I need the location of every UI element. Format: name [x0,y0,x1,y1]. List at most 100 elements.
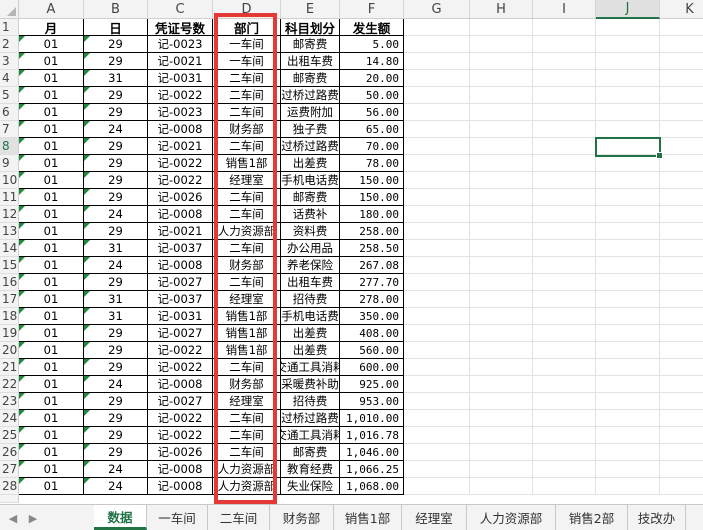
empty-cell[interactable] [596,444,660,461]
empty-cell[interactable] [533,172,596,189]
empty-cell[interactable] [533,36,596,53]
row-header[interactable]: 23 [0,393,19,410]
cell-dept[interactable]: 二车间 [213,359,281,376]
select-all-corner[interactable] [0,0,19,19]
empty-cell[interactable] [404,444,470,461]
cell-amount[interactable]: 50.00 [340,87,404,104]
empty-cell[interactable] [596,70,660,87]
empty-cell[interactable] [470,138,533,155]
empty-cell[interactable] [533,87,596,104]
cell-subject[interactable]: 出租车费 [281,53,340,70]
empty-cell[interactable] [470,121,533,138]
empty-cell[interactable] [596,206,660,223]
cell-day[interactable]: 24 [84,206,148,223]
empty-cell[interactable] [470,359,533,376]
empty-cell[interactable] [404,393,470,410]
empty-cell[interactable] [470,257,533,274]
cell-subject[interactable]: 出差费 [281,325,340,342]
empty-cell[interactable] [660,87,703,104]
cell-amount[interactable]: 560.00 [340,342,404,359]
empty-cell[interactable] [533,206,596,223]
cell-month[interactable]: 01 [19,189,84,206]
cell-day[interactable]: 29 [84,223,148,240]
empty-cell[interactable] [470,36,533,53]
cell-voucher[interactable]: 记-0031 [148,70,213,87]
row-header[interactable]: 4 [0,70,19,87]
cell-voucher[interactable]: 记-0027 [148,274,213,291]
empty-cell[interactable] [404,325,470,342]
empty-cell[interactable] [404,121,470,138]
row-header[interactable]: 9 [0,155,19,172]
empty-cell[interactable] [404,172,470,189]
column-header-c[interactable]: C [148,0,213,19]
cell-amount[interactable]: 65.00 [340,121,404,138]
cell-month[interactable]: 01 [19,70,84,87]
cell-month[interactable]: 01 [19,325,84,342]
row-header[interactable]: 28 [0,478,19,495]
empty-cell[interactable] [660,189,703,206]
cell-day[interactable]: 29 [84,172,148,189]
empty-cell[interactable] [596,104,660,121]
cell-amount[interactable]: 1,066.25 [340,461,404,478]
cell-dept[interactable]: 财务部 [213,121,281,138]
empty-cell[interactable] [596,223,660,240]
empty-cell[interactable] [596,274,660,291]
empty-cell[interactable] [660,376,703,393]
empty-cell[interactable] [660,155,703,172]
column-header-k[interactable]: K [660,0,703,19]
cell-dept[interactable]: 二车间 [213,104,281,121]
empty-cell[interactable] [533,104,596,121]
empty-cell[interactable] [404,87,470,104]
empty-cell[interactable] [660,461,703,478]
cell-voucher[interactable]: 记-0037 [148,291,213,308]
empty-cell[interactable] [596,19,660,36]
empty-cell[interactable] [596,461,660,478]
empty-cell[interactable] [533,393,596,410]
empty-cell[interactable] [470,19,533,36]
empty-cell[interactable] [533,189,596,206]
cell-subject[interactable]: 出租车费 [281,274,340,291]
cell-month[interactable]: 01 [19,376,84,393]
empty-cell[interactable] [596,376,660,393]
empty-cell[interactable] [660,36,703,53]
cell-day[interactable]: 24 [84,478,148,495]
cell-voucher[interactable]: 记-0022 [148,172,213,189]
cell-month[interactable]: 01 [19,87,84,104]
empty-cell[interactable] [470,104,533,121]
empty-cell[interactable] [533,461,596,478]
cell-month[interactable]: 01 [19,36,84,53]
empty-cell[interactable] [470,53,533,70]
cell-subject[interactable]: 出差费 [281,155,340,172]
empty-cell[interactable] [470,325,533,342]
cell-amount[interactable]: 350.00 [340,308,404,325]
empty-cell[interactable] [660,19,703,36]
cell-day[interactable]: 24 [84,121,148,138]
cell-voucher[interactable]: 记-0022 [148,359,213,376]
empty-cell[interactable] [404,359,470,376]
empty-cell[interactable] [404,240,470,257]
cell-amount[interactable]: 180.00 [340,206,404,223]
empty-cell[interactable] [660,427,703,444]
cell-voucher[interactable]: 记-0008 [148,461,213,478]
cell-dept[interactable]: 销售1部 [213,325,281,342]
cell-subject[interactable]: 办公用品 [281,240,340,257]
cell-voucher[interactable]: 记-0026 [148,189,213,206]
row-header[interactable] [0,495,19,503]
cell-dept[interactable]: 人力资源部 [213,461,281,478]
cell-month[interactable]: 01 [19,444,84,461]
row-header[interactable]: 11 [0,189,19,206]
empty-cell[interactable] [470,427,533,444]
cell-month[interactable]: 01 [19,342,84,359]
cell-subject[interactable]: 出差费 [281,342,340,359]
row-header[interactable]: 20 [0,342,19,359]
cell-dept[interactable]: 二车间 [213,189,281,206]
empty-cell[interactable] [470,240,533,257]
cell-voucher[interactable]: 记-0021 [148,138,213,155]
cell-subject[interactable]: 资料费 [281,223,340,240]
column-header-f[interactable]: F [340,0,404,19]
cell-day[interactable]: 29 [84,189,148,206]
cell-dept[interactable]: 人力资源部 [213,478,281,495]
empty-cell[interactable] [660,172,703,189]
cell-voucher[interactable]: 记-0026 [148,444,213,461]
empty-cell[interactable] [533,376,596,393]
